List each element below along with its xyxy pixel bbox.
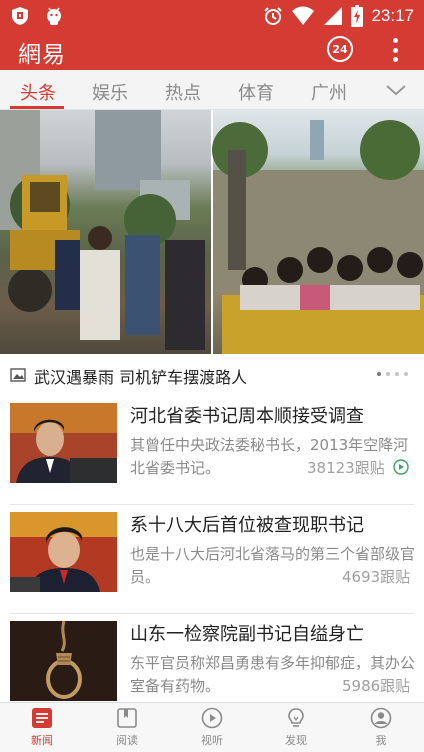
tab-hot[interactable]: 热点 — [165, 79, 201, 105]
android-icon — [47, 7, 61, 25]
shield-icon — [12, 7, 28, 25]
pager-dot — [404, 372, 408, 376]
book-icon — [117, 708, 137, 728]
tab-entertainment[interactable]: 娱乐 — [92, 79, 128, 105]
comment-count: 38123跟贴 — [307, 459, 385, 477]
nav-media[interactable]: 视听 — [182, 707, 242, 751]
headline-photo-art — [0, 110, 424, 354]
news-item[interactable]: 系十八大后首位被查现职书记 也是十八大后河北省落马的第三个省部级官员。 4693… — [0, 505, 424, 614]
news-title: 系十八大后首位被查现职书记 — [130, 515, 364, 536]
pager-dot — [395, 372, 399, 376]
more-vert-icon[interactable] — [388, 38, 402, 62]
tab-guangzhou[interactable]: 广州 — [311, 79, 347, 105]
nav-news[interactable]: 新闻 — [12, 707, 72, 751]
signal-icon — [324, 7, 343, 25]
follow-play-icon — [393, 459, 409, 475]
gallery-icon — [10, 368, 26, 382]
headline-image[interactable] — [0, 110, 424, 354]
app-bar: 網易 24 — [0, 32, 424, 70]
news-title: 河北省委书记周本顺接受调查 — [130, 406, 364, 427]
nav-reading[interactable]: 阅读 — [97, 707, 157, 751]
clock-time: 23:17 — [371, 6, 414, 25]
badge-text: 24 — [332, 42, 348, 56]
news-thumbnail — [10, 403, 117, 483]
status-bar: 23:17 — [0, 0, 424, 32]
alarm-icon — [264, 7, 283, 25]
chevron-down-icon[interactable] — [384, 78, 408, 102]
user-icon — [370, 707, 392, 729]
battery-icon — [351, 5, 364, 27]
comment-count: 5986跟贴 — [342, 677, 411, 695]
pager-dot — [377, 372, 381, 376]
pager-dot — [386, 372, 390, 376]
nav-label: 视听 — [201, 734, 223, 747]
nav-label: 我 — [375, 734, 387, 747]
wifi-icon — [292, 6, 315, 25]
app-logo-title: 網易 — [18, 42, 66, 68]
headline-title: 武汉遇暴雨 司机铲车摆渡路人 — [34, 368, 248, 387]
comment-count: 4693跟贴 — [342, 568, 411, 586]
nav-me[interactable]: 我 — [351, 707, 411, 751]
news-thumbnail — [10, 621, 117, 701]
tab-sports[interactable]: 体育 — [238, 79, 274, 105]
active-tab-indicator — [10, 106, 64, 109]
headline-caption[interactable]: 武汉遇暴雨 司机铲车摆渡路人 — [0, 354, 424, 396]
news-thumbnail — [10, 512, 117, 592]
bottom-navigation: 新闻 阅读 视听 发现 我 — [0, 702, 424, 752]
tab-headlines[interactable]: 头条 — [20, 79, 56, 105]
nav-discover[interactable]: 发现 — [266, 707, 326, 751]
news-title: 山东一检察院副书记自缢身亡 — [130, 624, 364, 645]
news-item[interactable]: 河北省委书记周本顺接受调查 其曾任中央政法委秘书长，2013年空降河北省委书记。… — [0, 396, 424, 505]
news-icon — [32, 708, 52, 728]
channel-tabs: 头条 娱乐 热点 体育 广州 — [0, 70, 424, 110]
nav-label: 发现 — [285, 734, 307, 747]
nav-label: 新闻 — [31, 734, 53, 747]
24h-icon[interactable]: 24 — [327, 36, 353, 62]
nav-label: 阅读 — [116, 734, 138, 747]
carousel-pager — [377, 372, 408, 376]
bulb-icon — [288, 708, 304, 727]
play-icon — [201, 707, 223, 729]
